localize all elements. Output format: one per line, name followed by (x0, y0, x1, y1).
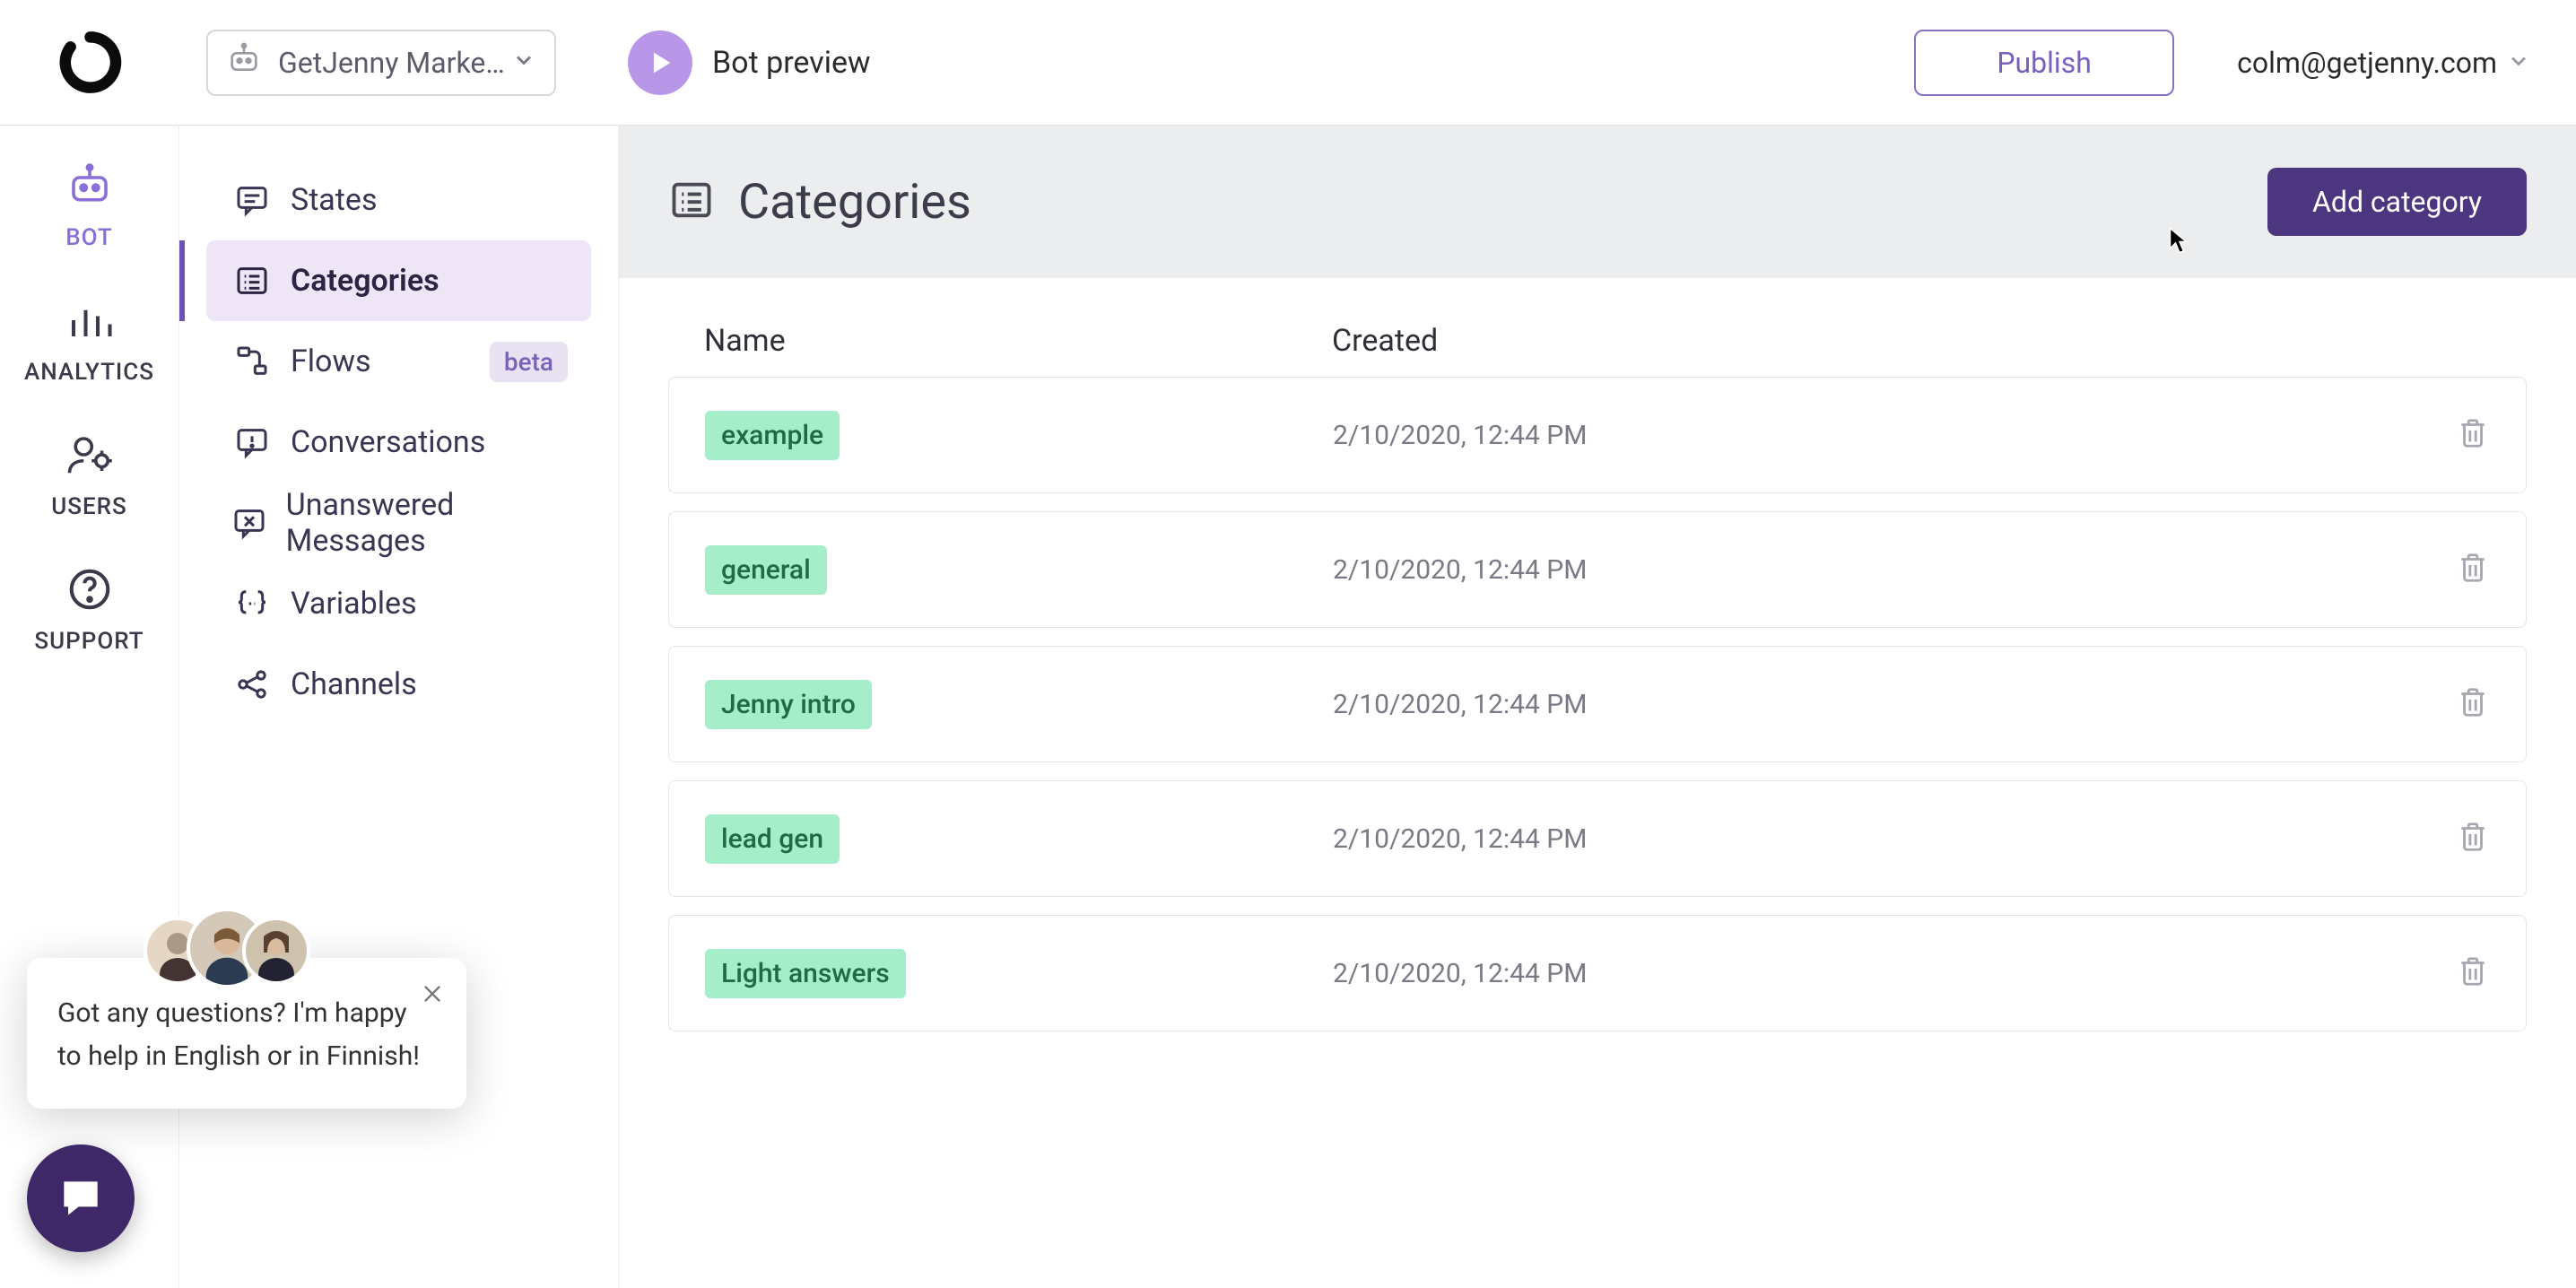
sidebar-item-flows[interactable]: Flows beta (206, 321, 591, 402)
users-gear-icon (65, 431, 114, 483)
rail-item-support[interactable]: SUPPORT (0, 565, 178, 655)
braces-icon (230, 586, 274, 622)
bot-selector[interactable]: GetJenny Marketi... (206, 30, 556, 96)
robot-icon (226, 41, 262, 84)
user-menu[interactable]: colm@getjenny.com (2237, 46, 2531, 80)
sidebar-item-states[interactable]: States (206, 160, 591, 240)
bot-selector-label: GetJenny Marketi... (278, 46, 511, 80)
robot-icon (65, 161, 114, 213)
x-chat-icon (230, 505, 270, 541)
category-tag: general (705, 545, 827, 595)
top-header: GetJenny Marketi... Bot preview Publish … (0, 0, 2576, 126)
logo (0, 29, 179, 96)
avatar-strip (144, 908, 310, 988)
beta-badge: beta (490, 342, 568, 382)
table-row[interactable]: example 2/10/2020, 12:44 PM (668, 377, 2527, 493)
logo-icon (57, 29, 124, 96)
table-row[interactable]: Light answers 2/10/2020, 12:44 PM (668, 915, 2527, 1031)
column-header-name: Name (704, 323, 1332, 359)
category-created: 2/10/2020, 12:44 PM (1333, 689, 1587, 720)
rail-item-users[interactable]: USERS (0, 431, 178, 520)
table-header: Name Created (668, 296, 2527, 377)
category-created: 2/10/2020, 12:44 PM (1333, 958, 1587, 989)
categories-table: Name Created example 2/10/2020, 12:44 PM… (619, 278, 2576, 1067)
chat-launcher-button[interactable] (27, 1144, 135, 1252)
table-row[interactable]: general 2/10/2020, 12:44 PM (668, 511, 2527, 628)
category-tag: Jenny intro (705, 680, 872, 729)
add-category-button[interactable]: Add category (2267, 168, 2527, 236)
sidebar-item-variables[interactable]: Variables (206, 563, 591, 644)
close-icon[interactable] (420, 979, 445, 1014)
rail-item-analytics[interactable]: ANALYTICS (0, 296, 178, 386)
list-icon (230, 263, 274, 299)
sidebar-item-categories[interactable]: Categories (206, 240, 591, 321)
publish-button[interactable]: Publish (1914, 30, 2174, 96)
column-header-created: Created (1332, 323, 2491, 359)
chat-popup-message: Got any questions? I'm happy to help in … (57, 992, 436, 1078)
flow-icon (230, 344, 274, 379)
user-email: colm@getjenny.com (2237, 46, 2497, 80)
list-icon (668, 177, 715, 227)
category-created: 2/10/2020, 12:44 PM (1333, 554, 1587, 586)
main-header: Categories Add category (619, 126, 2576, 278)
chevron-down-icon (511, 46, 536, 80)
category-tag: lead gen (705, 814, 840, 864)
sidebar: States Categories Flows beta Conversatio… (179, 126, 619, 1288)
category-created: 2/10/2020, 12:44 PM (1333, 420, 1587, 451)
trash-icon[interactable] (2456, 820, 2490, 857)
chart-icon (65, 296, 114, 348)
avatar (242, 917, 310, 985)
chat-icon (230, 182, 274, 218)
table-row[interactable]: lead gen 2/10/2020, 12:44 PM (668, 780, 2527, 897)
category-tag: Light answers (705, 949, 906, 998)
sidebar-item-unanswered[interactable]: Unanswered Messages (206, 483, 591, 563)
warning-chat-icon (230, 424, 274, 460)
help-icon (65, 565, 114, 617)
bot-preview-play-button[interactable] (628, 30, 692, 95)
left-rail: BOT ANALYTICS USERS SUPPORT (0, 126, 179, 1288)
trash-icon[interactable] (2456, 551, 2490, 588)
trash-icon[interactable] (2456, 954, 2490, 992)
share-nodes-icon (230, 666, 274, 702)
sidebar-item-channels[interactable]: Channels (206, 644, 591, 725)
bot-preview-label: Bot preview (712, 45, 871, 81)
category-tag: example (705, 411, 840, 460)
page-title: Categories (738, 174, 971, 231)
rail-item-bot[interactable]: BOT (0, 161, 178, 251)
table-row[interactable]: Jenny intro 2/10/2020, 12:44 PM (668, 646, 2527, 762)
trash-icon[interactable] (2456, 685, 2490, 723)
category-created: 2/10/2020, 12:44 PM (1333, 823, 1587, 855)
trash-icon[interactable] (2456, 416, 2490, 454)
chevron-down-icon (2506, 48, 2531, 77)
sidebar-item-conversations[interactable]: Conversations (206, 402, 591, 483)
chat-popup: Got any questions? I'm happy to help in … (27, 958, 466, 1109)
main-area: Categories Add category Name Created exa… (619, 126, 2576, 1288)
